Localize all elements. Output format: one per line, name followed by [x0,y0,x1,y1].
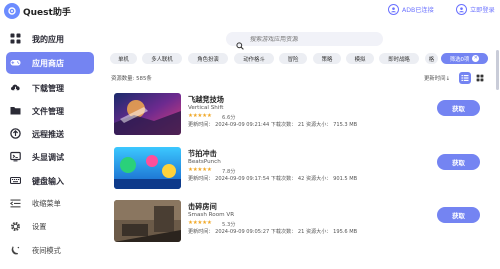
adb-status-button[interactable]: ADB已连接 [388,4,434,15]
sidebar-item-label: 键盘输入 [32,176,64,186]
login-label: 立即登录 [470,7,495,14]
filter-chip[interactable]: 多人联机 [142,53,182,64]
sidebar-item-remote-push[interactable]: 远程推送 [0,123,100,145]
gamepad-icon [10,57,21,68]
filter-chip[interactable]: 格 [425,53,438,64]
search-bar [226,32,383,50]
sidebar-item-app-store[interactable]: 应用商店 [6,52,94,74]
moon-icon [10,245,21,256]
adb-icon [388,4,399,15]
search-icon [236,35,244,50]
sidebar-item-label: 下载管理 [32,83,64,93]
app-logo-icon [4,3,20,19]
get-button[interactable]: 获取 [437,207,480,223]
title-bar: Quest助手 ADB已连接 立即登录 [0,0,500,22]
game-card[interactable]: 击碎房间 Smash Room VR ★★★★★ 5.3分 更新时间： 2024… [110,198,488,247]
filter-chip[interactable]: 角色扮演 [188,53,228,64]
list-icon [461,75,469,81]
filter-chip[interactable]: 单机 [110,53,137,64]
filter-chip[interactable]: 模拟 [346,53,374,64]
app-title: Quest助手 [23,8,71,18]
adb-status-label: ADB已连接 [402,7,434,14]
game-card[interactable]: 节拍冲击 BeatsPunch ★★★★★ 7.8分 更新时间： 2024-09… [110,145,488,194]
game-subtitle: BeatsPunch [188,159,221,165]
get-button[interactable]: 获取 [437,154,480,170]
rating-score: 7.8分 [222,168,236,175]
sidebar: 我的应用 应用商店 下载管理 文件管理 远程推送 头显调试 键盘输入 收缩菜单 … [0,22,100,269]
rating-stars: ★★★★★ [188,167,212,173]
filter-chip[interactable]: 即时战略 [379,53,419,64]
rating-score: 6.6分 [222,114,236,121]
search-input[interactable] [250,35,380,43]
scrollbar[interactable] [496,50,499,250]
game-meta: 更新时间： 2024-09-09 09:17:54 下载次数： 42 资源大小：… [188,176,358,182]
grid-icon [10,33,21,44]
filter-count-label: 筛选0项 [449,56,470,63]
sidebar-item-keyboard-input[interactable]: 键盘输入 [0,170,100,192]
keyboard-icon [9,175,22,186]
filter-chip[interactable]: 冒险 [279,53,307,64]
game-thumbnail [114,147,181,189]
folder-icon [10,105,21,116]
sidebar-item-headset-debug[interactable]: 头显调试 [0,146,100,168]
debug-icon [10,151,21,162]
sidebar-item-downloads[interactable]: 下载管理 [0,77,100,99]
sidebar-item-my-apps[interactable]: 我的应用 [0,28,100,50]
sidebar-item-label: 应用商店 [32,58,64,68]
game-title: 飞越竞技场 [188,95,224,104]
game-thumbnail [114,200,181,242]
cloud-download-icon [10,82,21,93]
resource-count: 资源数量: 585条 [111,76,152,82]
sidebar-item-settings[interactable]: 设置 [0,216,100,238]
gear-icon [10,221,21,232]
sidebar-item-label: 夜间模式 [32,246,61,255]
sidebar-item-label: 远程推送 [32,129,64,139]
clear-filter-icon[interactable]: ✕ [472,55,480,62]
filter-chip[interactable]: 动作格斗 [234,53,274,64]
filter-chip[interactable]: 策略 [313,53,341,64]
grid-view-button[interactable] [474,72,486,84]
sidebar-item-collapse-menu[interactable]: 收缩菜单 [0,193,100,215]
sidebar-item-label: 头显调试 [32,152,64,162]
sidebar-item-label: 收缩菜单 [32,199,61,208]
game-title: 击碎房间 [188,202,217,211]
rating-score: 5.3分 [222,221,236,228]
rating-stars: ★★★★★ [188,220,212,226]
user-icon [456,4,467,15]
filter-toggle-button[interactable]: 筛选0项 ✕ [441,53,488,64]
scrollbar-thumb[interactable] [496,50,499,90]
sidebar-item-label: 设置 [32,222,47,231]
category-filter-bar: 单机 多人联机 角色扮演 动作格斗 冒险 策略 模拟 即时战略 格 筛选0项 ✕ [110,53,488,67]
game-meta: 更新时间： 2024-09-09 09:05:27 下载次数： 21 资源大小：… [188,229,358,235]
sidebar-item-label: 我的应用 [32,34,64,44]
list-view-button[interactable] [459,72,471,84]
game-thumbnail [114,93,181,135]
collapse-icon [9,198,21,209]
get-button[interactable]: 获取 [437,100,480,116]
game-subtitle: Vertical Shift [188,105,224,111]
grid-view-icon [476,74,484,82]
game-subtitle: Smash Room VR [188,212,235,218]
rating-stars: ★★★★★ [188,113,212,119]
game-title: 节拍冲击 [188,149,217,158]
push-icon [10,128,21,139]
sort-dropdown[interactable]: 更新时间↓ [424,74,450,82]
sidebar-item-files[interactable]: 文件管理 [0,100,100,122]
sidebar-item-label: 文件管理 [32,106,64,116]
sidebar-item-night-mode[interactable]: 夜间模式 [0,240,100,262]
game-card[interactable]: 飞越竞技场 Vertical Shift ★★★★★ 6.6分 更新时间： 20… [110,91,488,140]
game-meta: 更新时间： 2024-09-09 09:21:44 下载次数： 21 资源大小：… [188,122,358,128]
login-button[interactable]: 立即登录 [456,4,495,15]
